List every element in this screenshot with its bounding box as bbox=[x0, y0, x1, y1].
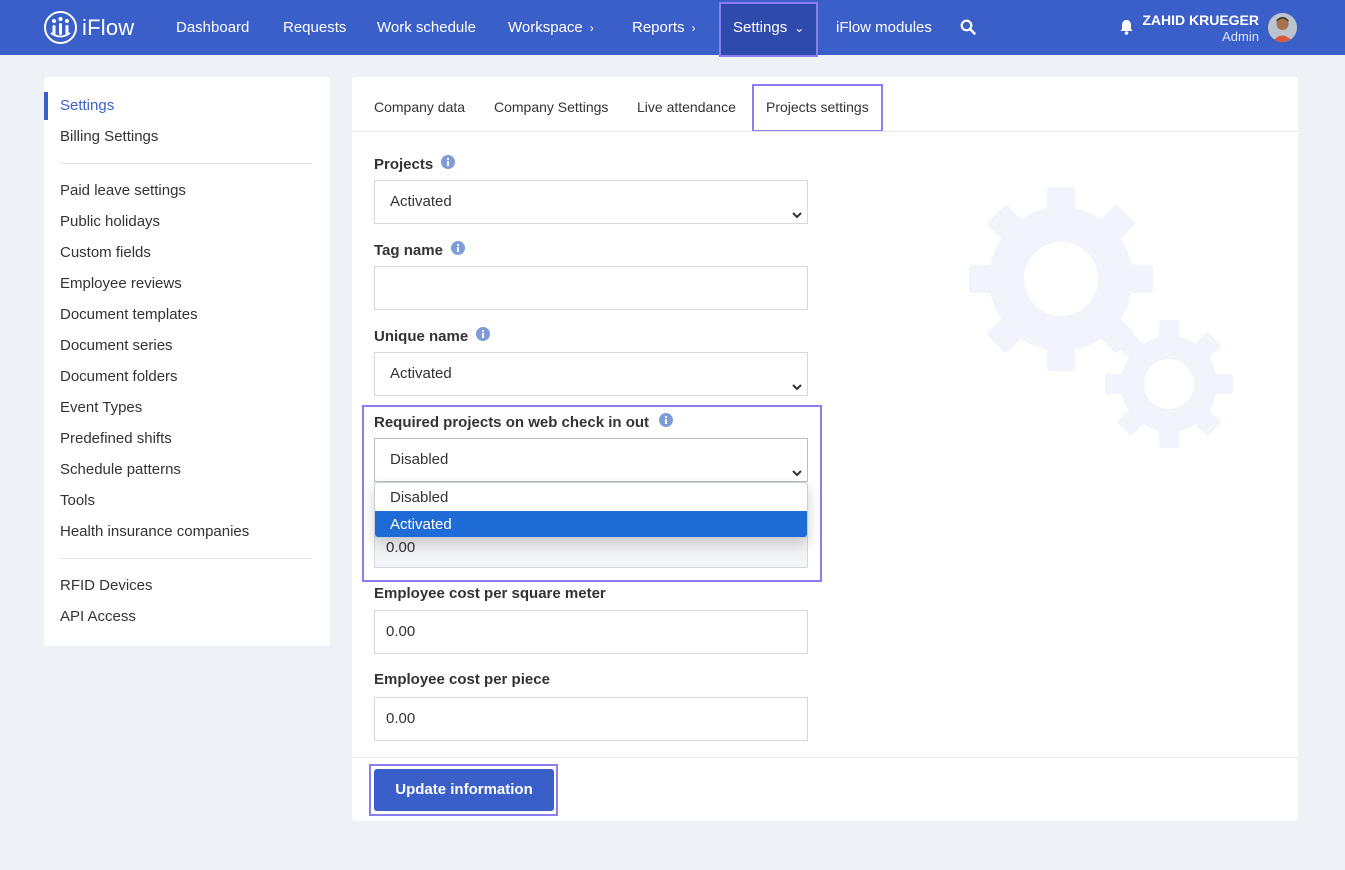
sidebar-item-employee-reviews[interactable]: Employee reviews bbox=[60, 275, 182, 292]
label-text: Required projects on web check in out bbox=[374, 413, 650, 431]
sidebar-item-tools[interactable]: Tools bbox=[60, 492, 95, 509]
nav-iflow-modules[interactable]: iFlow modules bbox=[836, 0, 932, 55]
nav-requests[interactable]: Requests bbox=[283, 0, 346, 55]
sidebar-item-api-access[interactable]: API Access bbox=[60, 608, 136, 625]
chevron-down-icon bbox=[791, 368, 803, 410]
chevron-right-icon: › bbox=[589, 21, 594, 35]
nav-label: Reports bbox=[632, 19, 685, 36]
select-value: Disabled bbox=[390, 451, 449, 468]
user-name[interactable]: ZAHID KRUEGER bbox=[1142, 12, 1259, 28]
label-text: Tag name bbox=[374, 241, 443, 259]
tab-projects-settings[interactable]: Projects settings bbox=[766, 99, 869, 115]
tab-company-data[interactable]: Company data bbox=[374, 99, 465, 115]
sidebar-item-paid-leave-settings[interactable]: Paid leave settings bbox=[60, 182, 186, 199]
required-projects-label: Required projects on web check in out bbox=[374, 413, 674, 431]
label-text: Employee cost per piece bbox=[374, 671, 550, 688]
sidebar-item-document-folders[interactable]: Document folders bbox=[60, 368, 178, 385]
nav-label: Settings bbox=[733, 19, 788, 36]
settings-sidebar: Settings Billing Settings Paid leave set… bbox=[44, 77, 330, 646]
nav-label: iFlow modules bbox=[836, 19, 932, 36]
required-projects-select[interactable]: Disabled bbox=[374, 438, 808, 482]
cost-square-meter-input[interactable]: 0.00 bbox=[374, 610, 808, 654]
update-information-button[interactable]: Update information bbox=[374, 769, 554, 811]
nav-work-schedule[interactable]: Work schedule bbox=[377, 0, 476, 55]
avatar[interactable] bbox=[1268, 13, 1297, 42]
nav-workspace[interactable]: Workspace › bbox=[508, 0, 594, 55]
sidebar-item-billing-settings[interactable]: Billing Settings bbox=[60, 128, 158, 145]
option-disabled[interactable]: Disabled bbox=[375, 484, 807, 511]
active-indicator bbox=[44, 92, 48, 120]
chevron-right-icon: › bbox=[691, 21, 696, 35]
search-icon[interactable] bbox=[960, 19, 976, 40]
select-value: Activated bbox=[390, 365, 452, 382]
info-icon[interactable] bbox=[450, 241, 465, 259]
brand-name: iFlow bbox=[82, 14, 135, 40]
sidebar-item-health-insurance-companies[interactable]: Health insurance companies bbox=[60, 523, 249, 540]
info-icon[interactable] bbox=[441, 155, 456, 173]
logo[interactable]: iFlow bbox=[44, 11, 134, 44]
sidebar-item-custom-fields[interactable]: Custom fields bbox=[60, 244, 151, 261]
cost-per-piece-input[interactable]: 0.00 bbox=[374, 697, 808, 741]
sidebar-item-public-holidays[interactable]: Public holidays bbox=[60, 213, 160, 230]
label-text: Projects bbox=[374, 155, 434, 173]
chevron-down-icon bbox=[791, 196, 803, 238]
nav-label: Workspace bbox=[508, 19, 583, 36]
sidebar-item-document-series[interactable]: Document series bbox=[60, 337, 173, 354]
sidebar-item-settings[interactable]: Settings bbox=[60, 97, 114, 114]
info-icon[interactable] bbox=[476, 327, 491, 345]
info-icon[interactable] bbox=[659, 413, 674, 431]
projects-select[interactable]: Activated bbox=[374, 180, 808, 224]
gears-illustration-icon bbox=[969, 187, 1233, 448]
tag-name-input[interactable] bbox=[374, 266, 808, 310]
tab-company-settings[interactable]: Company Settings bbox=[494, 99, 608, 115]
option-activated[interactable]: Activated bbox=[375, 511, 807, 537]
sidebar-item-event-types[interactable]: Event Types bbox=[60, 399, 142, 416]
sidebar-item-document-templates[interactable]: Document templates bbox=[60, 306, 198, 323]
cost-square-meter-label: Employee cost per square meter bbox=[374, 585, 606, 602]
nav-label: Work schedule bbox=[377, 19, 476, 36]
footer-divider bbox=[352, 757, 1298, 758]
sidebar-item-rfid-devices[interactable]: RFID Devices bbox=[60, 577, 153, 594]
label-text: Unique name bbox=[374, 327, 469, 345]
chevron-down-icon: ⌄ bbox=[794, 21, 805, 35]
required-projects-dropdown: Disabled Activated bbox=[374, 482, 808, 538]
projects-label: Projects bbox=[374, 155, 456, 173]
tab-live-attendance[interactable]: Live attendance bbox=[637, 99, 736, 115]
nav-reports[interactable]: Reports › bbox=[632, 0, 696, 55]
nav-label: Requests bbox=[283, 19, 347, 36]
sidebar-item-predefined-shifts[interactable]: Predefined shifts bbox=[60, 430, 172, 447]
iflow-logo-icon bbox=[44, 11, 77, 44]
select-value: Activated bbox=[390, 193, 452, 210]
nav-settings[interactable]: Settings ⌄ bbox=[719, 2, 819, 57]
tabs-divider bbox=[352, 131, 1298, 132]
cost-per-piece-label: Employee cost per piece bbox=[374, 671, 550, 688]
sidebar-item-schedule-patterns[interactable]: Schedule patterns bbox=[60, 461, 181, 478]
unique-name-label: Unique name bbox=[374, 327, 491, 345]
tag-name-label: Tag name bbox=[374, 241, 465, 259]
divider bbox=[60, 558, 312, 559]
top-nav: iFlow Dashboard Requests Work schedule W… bbox=[0, 0, 1345, 57]
bell-icon[interactable] bbox=[1119, 19, 1134, 40]
nav-label: Dashboard bbox=[176, 19, 250, 36]
nav-dashboard[interactable]: Dashboard bbox=[176, 0, 249, 55]
user-role: Admin bbox=[1222, 29, 1259, 44]
unique-name-select[interactable]: Activated bbox=[374, 352, 808, 396]
divider bbox=[60, 163, 312, 164]
label-text: Employee cost per square meter bbox=[374, 585, 606, 602]
projects-settings-panel: Company data Company Settings Live atten… bbox=[352, 77, 1298, 821]
